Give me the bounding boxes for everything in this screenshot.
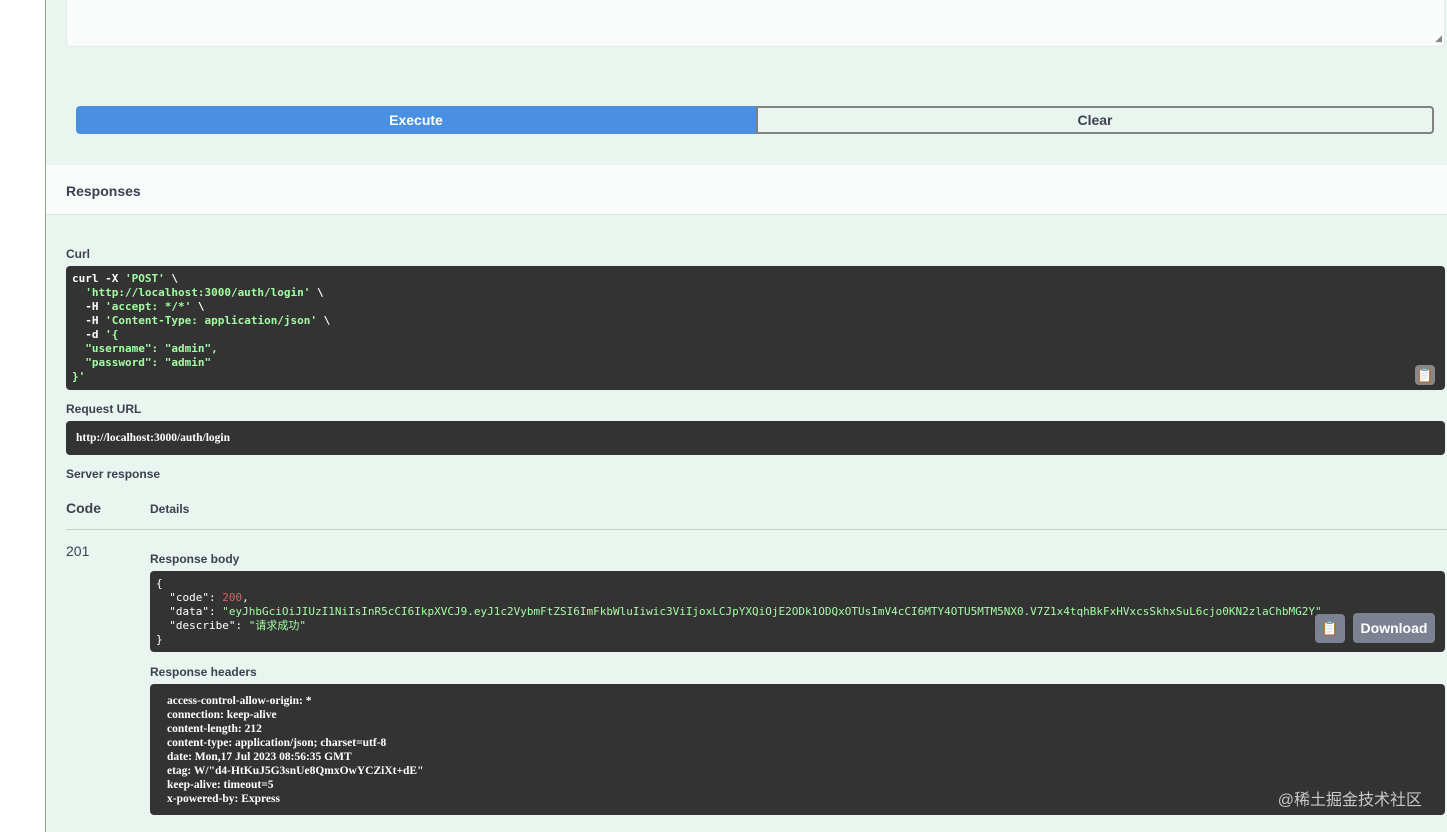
response-body-label: Response body xyxy=(150,552,240,566)
download-button[interactable]: Download xyxy=(1353,613,1435,643)
response-headers-label: Response headers xyxy=(150,665,257,679)
response-body-code: { "code": 200, "data": "eyJhbGciOiJIUzI1… xyxy=(150,571,1445,652)
resize-handle-icon[interactable]: ◢ xyxy=(1435,33,1442,44)
code-column-header: Code xyxy=(66,500,101,516)
response-status-code: 201 xyxy=(66,543,90,559)
watermark: @稀土掘金技术社区 xyxy=(1277,792,1422,809)
request-url-value: http://localhost:3000/auth/login xyxy=(66,421,1445,455)
request-body-textarea[interactable]: ◢ xyxy=(66,0,1445,47)
clear-button[interactable]: Clear xyxy=(756,106,1434,134)
copy-response-icon[interactable]: 📋 xyxy=(1315,614,1345,643)
curl-label: Curl xyxy=(66,247,90,261)
response-headers-code: access-control-allow-origin: * connectio… xyxy=(150,684,1445,815)
request-url-label: Request URL xyxy=(66,402,142,416)
curl-code-block: curl -X 'POST' \ 'http://localhost:3000/… xyxy=(66,266,1445,390)
divider xyxy=(66,529,1447,530)
server-response-label: Server response xyxy=(66,467,161,481)
copy-curl-icon[interactable]: 📋 xyxy=(1415,365,1435,385)
operation-panel: ◢ Execute Clear Responses Curl curl -X '… xyxy=(45,0,1447,832)
responses-title: Responses xyxy=(46,165,1447,215)
execute-button[interactable]: Execute xyxy=(76,106,756,134)
details-column-header: Details xyxy=(150,502,190,516)
